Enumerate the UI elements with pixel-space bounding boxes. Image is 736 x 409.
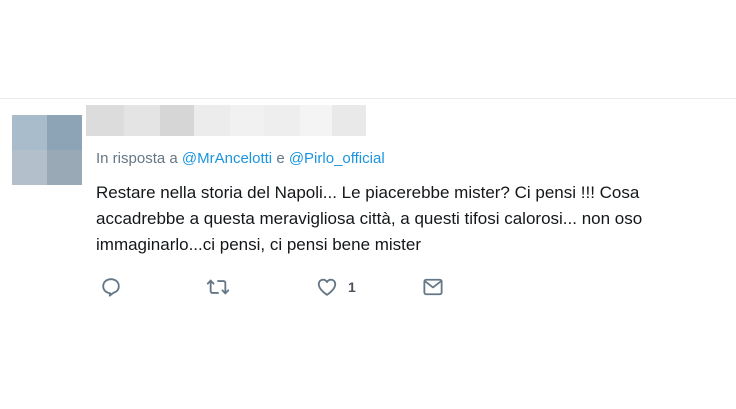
retweet-icon <box>206 276 230 298</box>
reply-prefix: In risposta a <box>96 150 178 167</box>
tweet: In risposta a @MrAncelotti e @Pirlo_offi… <box>0 99 736 319</box>
reply-conjunction: e <box>276 150 285 167</box>
mention-link-1[interactable]: @MrAncelotti <box>182 150 272 167</box>
reply-context: In risposta a @MrAncelotti e @Pirlo_offi… <box>96 150 385 167</box>
envelope-icon <box>422 277 444 297</box>
avatar[interactable] <box>12 115 82 185</box>
like-button[interactable]: 1 <box>316 275 356 299</box>
direct-message-button[interactable] <box>422 275 444 299</box>
heart-icon <box>316 276 338 298</box>
reply-button[interactable] <box>100 275 122 299</box>
retweet-button[interactable] <box>206 275 230 299</box>
like-count: 1 <box>348 279 356 295</box>
reply-icon <box>100 276 122 298</box>
mention-link-2[interactable]: @Pirlo_official <box>289 150 385 167</box>
tweet-text: Restare nella storia del Napoli... Le pi… <box>96 183 643 254</box>
author-name-blurred[interactable] <box>86 105 366 136</box>
